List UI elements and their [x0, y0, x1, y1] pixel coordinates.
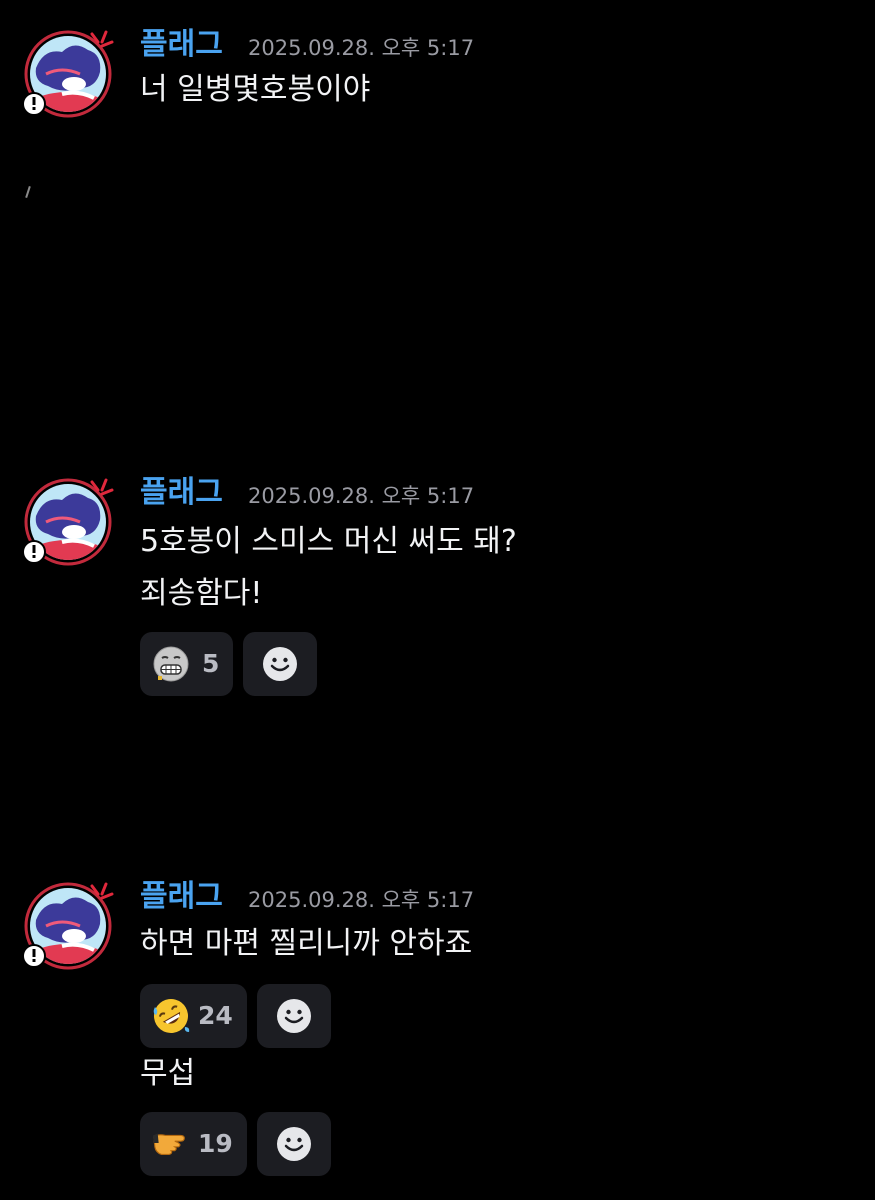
user-avatar[interactable]	[22, 28, 114, 120]
exclamation-badge-icon	[22, 540, 46, 564]
message-timestamp: 2025.09.28. 오후 5:17	[248, 888, 475, 912]
reaction-row: 5	[140, 632, 318, 696]
divider-mark	[25, 185, 31, 199]
reaction-button[interactable]: 19	[140, 1112, 247, 1176]
add-reaction-button[interactable]	[243, 632, 318, 696]
message-author[interactable]: 플래그	[140, 476, 223, 510]
smiley-add-reaction-icon	[276, 1127, 311, 1161]
message-author[interactable]: 플래그	[140, 28, 223, 62]
exclamation-badge-icon	[22, 92, 46, 116]
message-author[interactable]: 플래그	[140, 880, 223, 914]
anger-symbol-icon	[90, 30, 114, 48]
reaction-row: 24	[140, 984, 331, 1048]
anger-symbol-icon	[90, 478, 114, 496]
user-avatar[interactable]	[22, 880, 114, 972]
message-timestamp: 2025.09.28. 오후 5:17	[248, 36, 475, 60]
add-reaction-button[interactable]	[256, 984, 331, 1048]
user-avatar[interactable]	[22, 476, 114, 568]
reaction-count: 24	[198, 1001, 233, 1030]
pointing-hand-emoji	[152, 1125, 190, 1163]
message-timestamp: 2025.09.28. 오후 5:17	[248, 484, 475, 508]
reaction-count: 5	[202, 649, 220, 678]
smiley-add-reaction-icon	[276, 999, 311, 1033]
exclamation-badge-icon	[22, 944, 46, 968]
add-reaction-button[interactable]	[256, 1112, 331, 1176]
reaction-button[interactable]: 5	[140, 632, 234, 696]
smiley-add-reaction-icon	[263, 647, 298, 681]
grimacing-face-emoji	[152, 645, 190, 683]
reaction-button[interactable]: 24	[140, 984, 247, 1048]
message-group: 플래그 2025.09.28. 오후 5:17 5호봉이 스미스 머신 써도 돼…	[0, 476, 875, 706]
message-text: 하면 마편 찔리니까 안하죠	[140, 926, 473, 961]
reaction-count: 19	[198, 1129, 233, 1158]
message-text: 너 일병몇호봉이야	[140, 72, 371, 107]
message-text: 5호봉이 스미스 머신 써도 돼?	[140, 524, 517, 559]
message-group: 플래그 2025.09.28. 오후 5:17 하면 마편 찔리니까 안하죠 2	[0, 880, 875, 1180]
message-text: 죄송함다!	[140, 576, 263, 611]
rolling-on-floor-laughing-emoji	[152, 997, 190, 1035]
reaction-row: 19	[140, 1112, 331, 1176]
message-text: 무섭	[140, 1056, 196, 1091]
message-group: 플래그 2025.09.28. 오후 5:17 너 일병몇호봉이야	[0, 28, 875, 128]
anger-symbol-icon	[90, 882, 114, 900]
